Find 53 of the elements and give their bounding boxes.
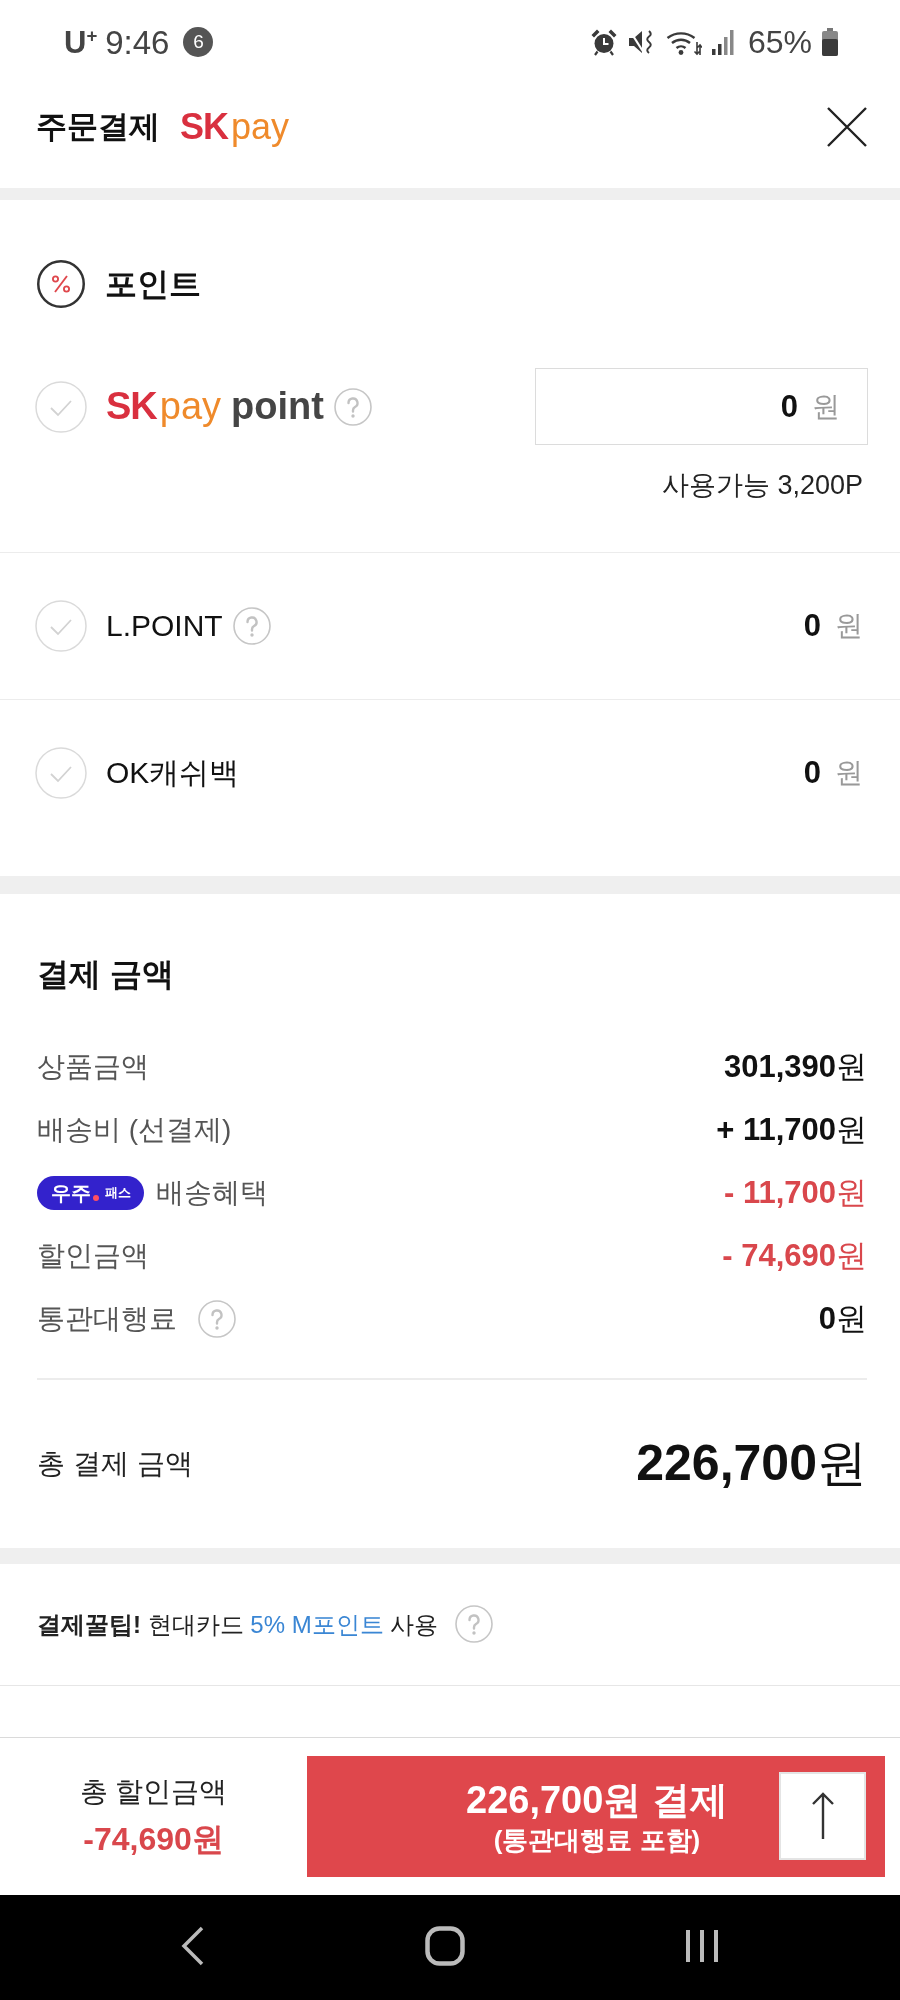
clock: 9:46: [105, 25, 170, 59]
percent-icon: [37, 260, 85, 308]
price-label: 상품금액: [37, 1049, 149, 1084]
scroll-top-button[interactable]: [779, 1772, 866, 1860]
price-amount: - 74,690원: [722, 1236, 867, 1275]
back-icon[interactable]: [181, 1925, 205, 1966]
carrier-name: U$^{+}$: [64, 26, 98, 58]
section-title: 결제 금액: [37, 955, 174, 994]
help-icon[interactable]: [198, 1299, 236, 1338]
point-amount: 0: [803, 754, 821, 792]
price-label: 배송비 (선결제): [37, 1112, 232, 1147]
total-label: 총 결제 금액: [37, 1446, 193, 1481]
arrow-up-icon: [810, 1792, 835, 1840]
signal-icon: [711, 29, 734, 55]
price-label: 배송혜택: [156, 1175, 268, 1210]
price-amount: + 11,700원: [716, 1110, 867, 1149]
point-amount: 0: [803, 607, 821, 645]
checkbox[interactable]: [35, 747, 87, 799]
price-amount: 301,390원: [723, 1047, 867, 1086]
section-title: 포인트: [105, 265, 201, 304]
available-points: 사용가능 3,200P: [661, 469, 863, 502]
point-name: L.POINT: [106, 608, 223, 644]
recent-apps-icon[interactable]: [685, 1927, 719, 1964]
discount-total-amount: -74,690원: [83, 1820, 224, 1859]
battery-percent: 65%: [747, 26, 812, 58]
price-label: 통관대행료: [37, 1301, 177, 1336]
point-name: OK캐쉬백: [106, 755, 240, 791]
help-icon[interactable]: [333, 387, 372, 426]
dot-icon: [93, 1194, 99, 1201]
sk-pay-point-logo: SKpay point: [106, 383, 324, 429]
help-icon[interactable]: [455, 1605, 494, 1644]
price-amount: 0원: [818, 1299, 867, 1338]
checkbox[interactable]: [35, 600, 87, 652]
checkbox[interactable]: [35, 380, 87, 433]
price-label: 할인금액: [37, 1238, 149, 1273]
pass-brand: 우주: [51, 1182, 91, 1203]
price-amount: - 11,700원: [723, 1173, 867, 1212]
close-icon[interactable]: [827, 107, 867, 147]
payment-tip: 결제꿀팁! 현대카드 5% M포인트 사용: [37, 1609, 439, 1640]
point-amount-field[interactable]: 0 원: [535, 368, 868, 445]
battery-icon: [822, 28, 838, 56]
discount-total-label: 총 할인금액: [79, 1774, 228, 1809]
tip-link[interactable]: 5% M포인트: [250, 1610, 384, 1638]
currency-unit: 원: [835, 609, 863, 643]
sk-pay-logo: SKpay: [180, 105, 290, 149]
currency-unit: 원: [835, 756, 863, 790]
total-amount: 226,700원: [636, 1436, 867, 1491]
page-title: 주문결제: [36, 108, 160, 146]
help-icon[interactable]: [232, 607, 271, 645]
notification-count: 6: [183, 27, 214, 57]
alarm-clock-icon: [589, 28, 618, 56]
pass-label: 패스: [105, 1186, 131, 1199]
home-icon[interactable]: [425, 1925, 465, 1966]
